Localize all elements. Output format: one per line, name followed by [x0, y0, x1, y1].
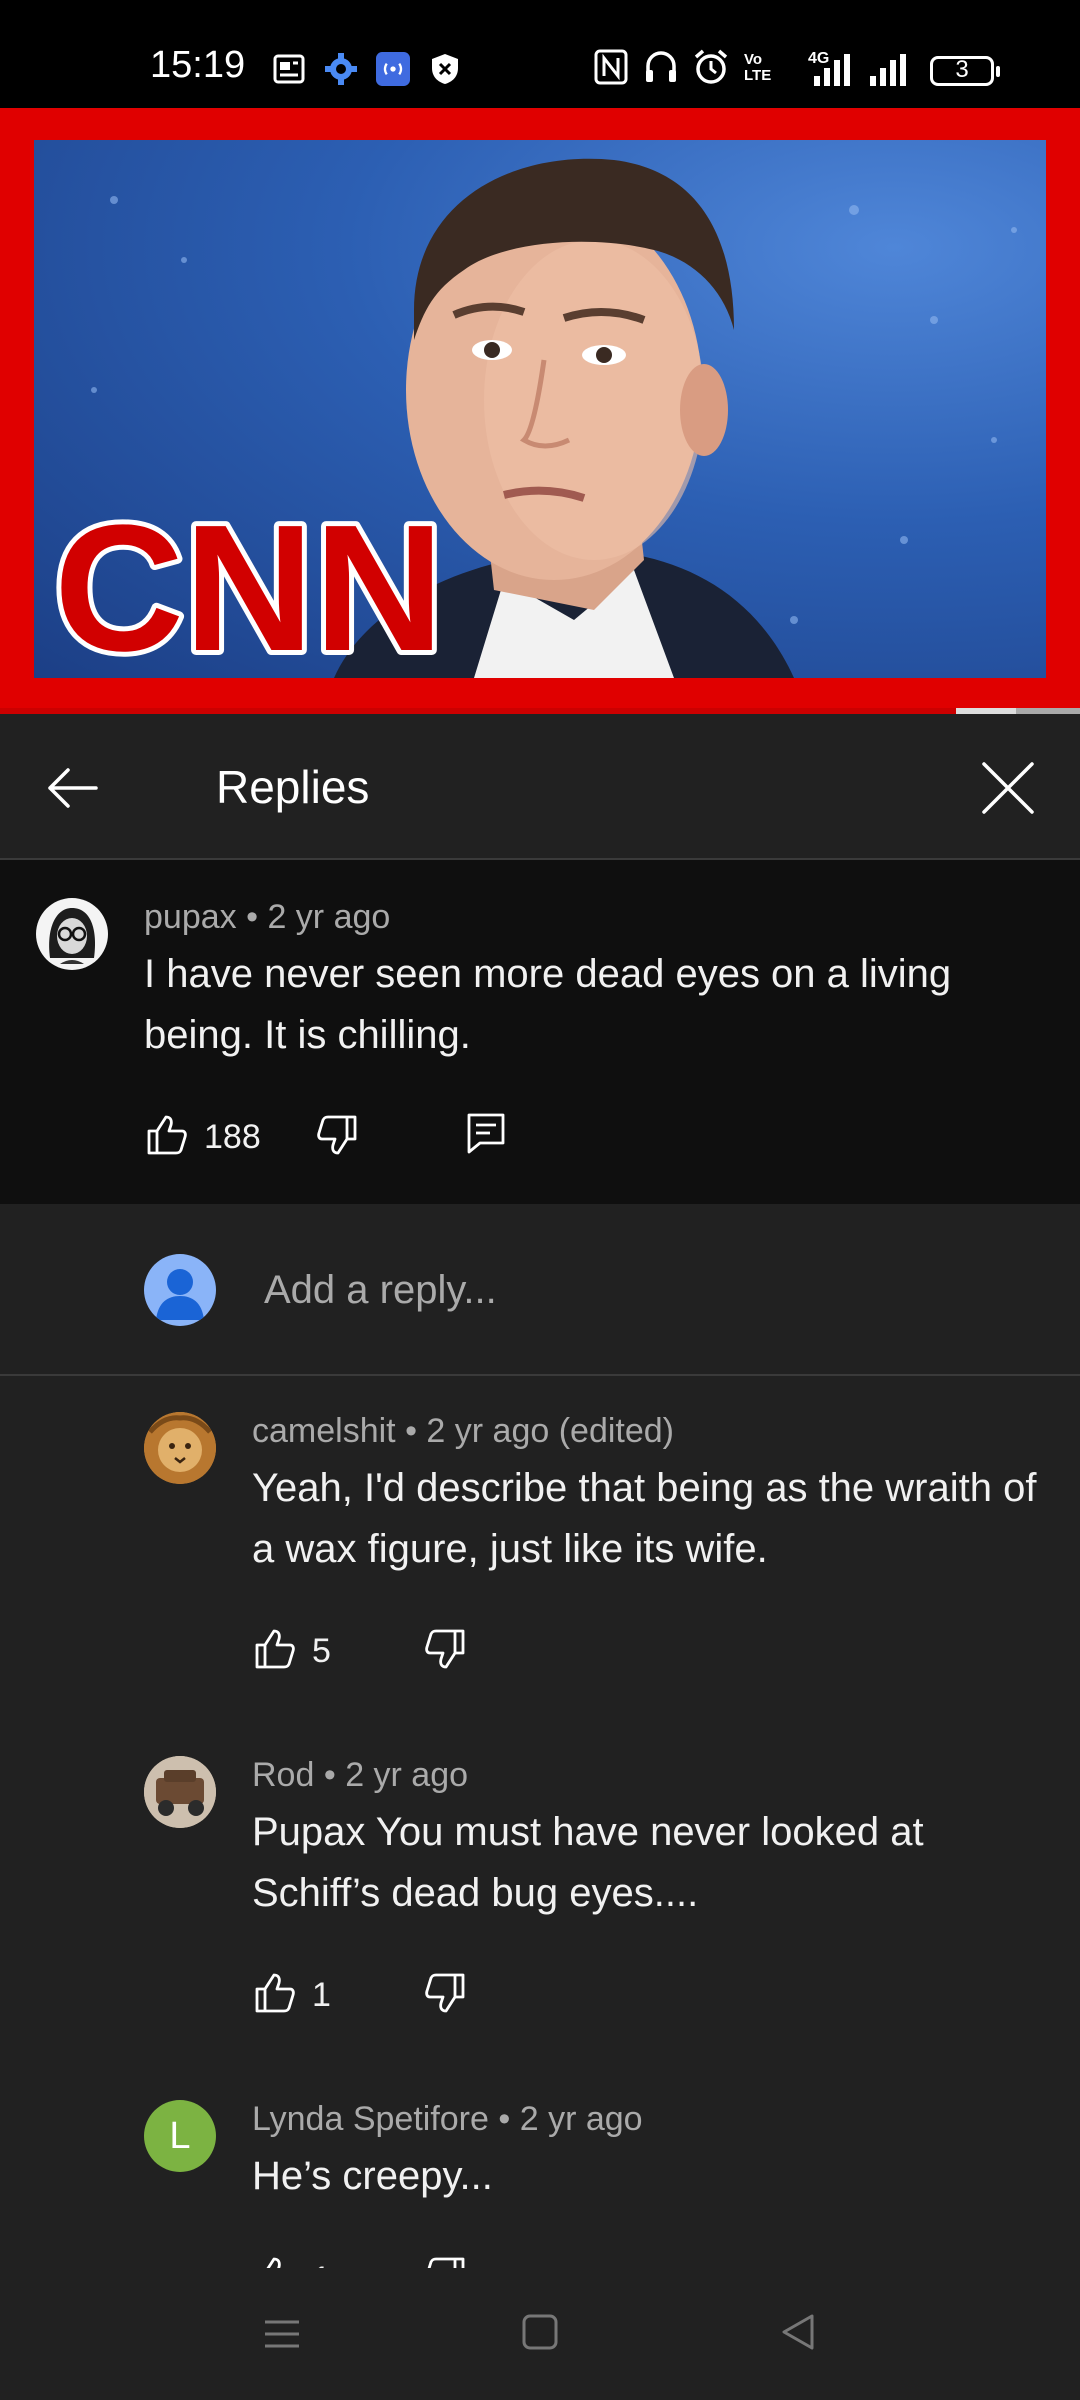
headphones-icon — [646, 51, 676, 82]
reply-item: camelshit • 2 yr ago (edited) Yeah, I'd … — [0, 1376, 1080, 1716]
back-triangle-icon[interactable] — [778, 2312, 818, 2352]
status-bar: 15:19 Vo LTE 4G 3 — [0, 0, 1080, 108]
avatar-letter: L — [169, 2115, 191, 2157]
thumbs-up-icon[interactable] — [254, 2256, 296, 2268]
thumbs-up-icon[interactable] — [254, 1628, 296, 1670]
like-count: 1 — [312, 1976, 331, 2014]
like-count: 188 — [204, 1118, 261, 1156]
comment-meta: pupax • 2 yr ago — [144, 898, 390, 937]
signal-strength-2-icon — [870, 54, 906, 86]
back-arrow-icon[interactable] — [44, 760, 100, 816]
thumbs-down-icon[interactable] — [424, 1628, 466, 1670]
close-icon[interactable] — [980, 760, 1036, 816]
video-frame[interactable]: CNN — [34, 140, 1046, 678]
thumbs-down-icon[interactable] — [424, 2256, 466, 2268]
meta-separator: • — [405, 1412, 417, 1450]
nfc-icon — [594, 49, 628, 85]
status-time: 15:19 — [150, 44, 246, 86]
signal-strength-icon — [814, 54, 850, 86]
avatar[interactable]: L — [144, 2100, 216, 2172]
replies-header: Replies — [0, 714, 1080, 860]
avatar[interactable] — [144, 1412, 216, 1484]
reply-input[interactable]: Add a reply... — [264, 1268, 497, 1313]
reply-item: Rod • 2 yr ago Pupax You must have never… — [0, 1720, 1080, 2060]
page-title: Replies — [216, 761, 370, 813]
comment-time: 2 yr ago — [267, 898, 391, 936]
meta-separator: • — [246, 898, 258, 936]
thumbs-down-icon[interactable] — [424, 1972, 466, 2014]
hotspot-icon — [376, 52, 410, 86]
volte-indicator: Vo LTE — [744, 51, 772, 84]
system-nav-bar — [0, 2268, 1080, 2400]
comment-time: 2 yr ago — [345, 1756, 469, 1794]
reply-item: L Lynda Spetifore • 2 yr ago He’s creepy… — [0, 2064, 1080, 2268]
reply-input-row[interactable]: Add a reply... — [0, 1204, 1080, 1376]
thumbs-up-icon[interactable] — [146, 1114, 188, 1156]
comment-text: He’s creepy... — [252, 2154, 493, 2198]
like-count: 1 — [312, 2260, 331, 2268]
comment-time: 2 yr ago (edited) — [426, 1412, 675, 1450]
parent-comment: pupax • 2 yr ago I have never seen more … — [0, 860, 1080, 1204]
reply-comment-icon[interactable] — [466, 1112, 506, 1154]
video-player[interactable]: CNN — [0, 108, 1080, 714]
battery-icon: 3 — [930, 56, 1000, 86]
meta-separator: • — [323, 1756, 336, 1794]
thumbs-up-icon[interactable] — [254, 1972, 296, 2014]
menu-icon[interactable] — [262, 2314, 302, 2354]
comment-author[interactable]: Lynda Spetifore — [252, 2100, 489, 2138]
alarm-icon — [694, 49, 728, 84]
comment-time: 2 yr ago — [519, 2100, 643, 2138]
shield-icon — [432, 54, 458, 84]
comment-author[interactable]: camelshit — [252, 1412, 396, 1450]
like-count: 5 — [312, 1632, 331, 1670]
cnn-logo: CNN — [49, 483, 449, 678]
avatar[interactable] — [144, 1756, 216, 1828]
comment-meta: Rod • 2 yr ago — [252, 1756, 468, 1795]
video-thumbnail-image: CNN — [49, 158, 1017, 678]
comment-text: I have never seen more dead eyes on a li… — [144, 952, 952, 1057]
avatar[interactable] — [36, 898, 108, 970]
comment-meta: Lynda Spetifore • 2 yr ago — [252, 2100, 643, 2139]
settings-gear-icon — [325, 53, 357, 85]
comment-text: Yeah, I'd describe that being as the wra… — [252, 1466, 1037, 1571]
news-icon — [273, 54, 305, 84]
comment-text: Pupax You must have never looked at Schi… — [252, 1810, 924, 1915]
thumbs-down-icon[interactable] — [316, 1114, 358, 1156]
current-user-avatar — [144, 1254, 216, 1326]
home-icon[interactable] — [520, 2312, 560, 2352]
comment-author[interactable]: Rod — [252, 1756, 314, 1794]
svg-text:CNN: CNN — [54, 488, 444, 678]
meta-separator: • — [498, 2100, 511, 2138]
comment-meta: camelshit • 2 yr ago (edited) — [252, 1412, 674, 1451]
battery-level: 3 — [955, 56, 969, 83]
comment-author[interactable]: pupax — [144, 898, 237, 936]
